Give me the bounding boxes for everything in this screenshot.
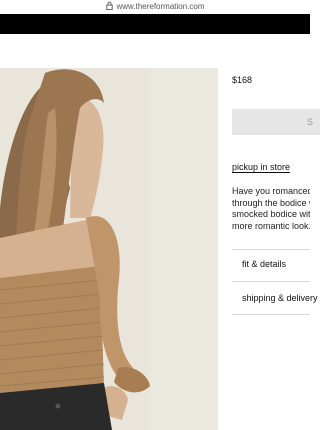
address-bar[interactable]: www.thereformation.com [0, 0, 310, 14]
product-price: $168 [232, 75, 253, 85]
description-line: smocked bodice with [232, 209, 310, 219]
product-image[interactable] [0, 68, 218, 430]
url-text: www.thereformation.com [116, 2, 205, 11]
description-line: through the bodice w [232, 197, 310, 208]
product-photo-illustration [0, 68, 218, 430]
product-description: Have you romanced y through the bodice w… [232, 186, 310, 232]
description-line: Have you romanced y [232, 186, 310, 196]
accordion-shipping-delivery[interactable]: shipping & delivery [242, 293, 318, 303]
accordion-fit-details[interactable]: fit & details [242, 259, 286, 269]
divider [232, 249, 310, 250]
divider [232, 281, 310, 282]
description-line: more romantic look. [232, 220, 310, 231]
size-select-button[interactable]: S [232, 109, 320, 135]
site-header-bar [0, 14, 310, 34]
pickup-in-store-link[interactable]: pickup in store [232, 162, 290, 172]
divider [232, 314, 310, 315]
lock-icon [106, 1, 114, 10]
